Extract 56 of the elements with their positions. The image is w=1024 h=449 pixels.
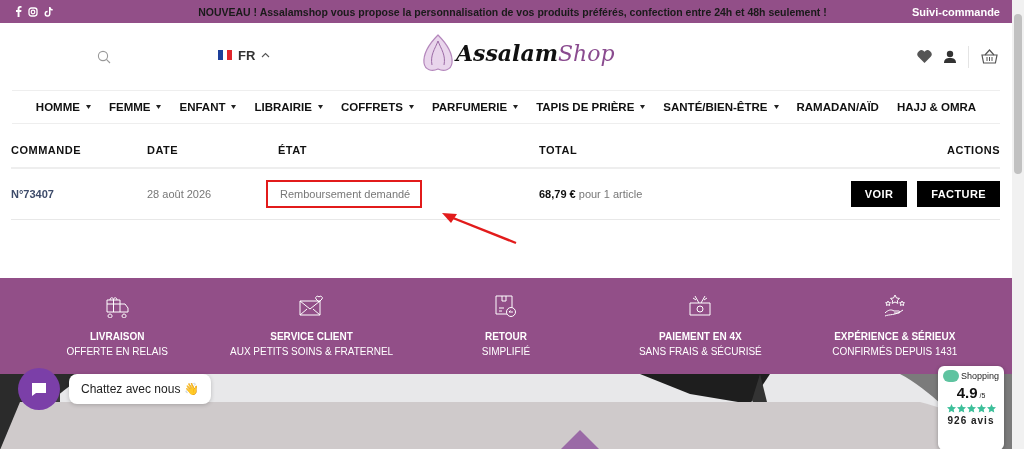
feature-subtitle: CONFIRMÉS DEPUIS 1431	[832, 346, 958, 357]
search-icon[interactable]	[97, 49, 111, 64]
nav-menu-item[interactable]: RAMADAN/AÏD	[796, 101, 879, 113]
return-box-icon	[493, 294, 518, 318]
order-number-link[interactable]: N°73407	[11, 188, 147, 200]
flag-icon	[218, 50, 232, 60]
nav-menu-item[interactable]: TAPIS DE PRIÈRE	[536, 101, 646, 113]
nav-menu-item[interactable]: FEMME	[108, 101, 162, 113]
feature-subtitle: SANS FRAIS & SÉCURISÉ	[638, 346, 762, 357]
logo-emblem-icon	[420, 33, 456, 73]
gift-truck-icon	[104, 294, 131, 318]
feature-title: PAIEMENT EN 4X	[659, 331, 742, 342]
order-total: 68,79 € pour 1 article	[539, 188, 644, 200]
user-icon[interactable]	[944, 50, 956, 63]
rating-score: 4.9	[956, 384, 978, 401]
nav-menu-item[interactable]: PARFUMERIE	[431, 101, 519, 113]
column-header: COMMANDE	[11, 143, 82, 156]
scrollbar-thumb[interactable]	[1014, 14, 1022, 174]
order-status: Remboursement demandé	[266, 180, 423, 208]
feature-title: EXPÉRIENCE & SÉRIEUX	[834, 331, 956, 342]
brand-badge-icon	[942, 370, 959, 382]
nav-menu-item[interactable]: LIBRAIRIE	[254, 101, 323, 113]
column-header: TOTAL	[539, 143, 579, 156]
announcement-text: NOUVEAU ! Assalamshop vous propose la personnalisation de vos produits préférés, confection entre 24h et 48h seulement !	[197, 5, 828, 18]
nav-menu-item[interactable]: COFFRETS	[340, 101, 414, 113]
envelope-heart-icon	[298, 294, 325, 318]
shop-logo[interactable]: AssalamShop	[420, 33, 615, 73]
tiktok-icon[interactable]	[44, 6, 53, 17]
feature-title: RETOUR	[484, 331, 527, 342]
chat-prompt[interactable]: Chattez avec nous 👋	[69, 374, 211, 404]
action-button[interactable]: VOIR	[850, 181, 908, 207]
scrollbar[interactable]	[1012, 0, 1024, 449]
order-date: 28 août 2026	[147, 188, 213, 200]
review-count: 926 avis	[947, 415, 995, 426]
nav-menu-item[interactable]: ENFANT	[179, 101, 237, 113]
widget-brand: Shopping	[960, 371, 999, 381]
facebook-icon[interactable]	[15, 6, 22, 17]
basket-icon[interactable]	[981, 49, 998, 64]
feature-title: SERVICE CLIENT	[270, 331, 353, 342]
feature-title: LIVRAISON	[89, 331, 145, 342]
chevron-up-icon	[261, 52, 271, 58]
column-header: ÉTAT	[278, 143, 309, 156]
nav-menu-item[interactable]: HOMME	[35, 101, 91, 113]
feature-subtitle: SIMPLIFIÉ	[481, 346, 531, 357]
order-tracking-link[interactable]: Suivi-commande	[850, 5, 1000, 18]
instagram-icon[interactable]	[28, 6, 38, 17]
nav-menu-item[interactable]: HAJJ & OMRA	[896, 101, 977, 113]
column-header: ACTIONS	[947, 143, 1000, 156]
feature-subtitle: OFFERTE EN RELAIS	[66, 346, 168, 357]
action-button[interactable]: FACTURE	[917, 181, 1000, 207]
language-selector[interactable]: FR	[218, 47, 271, 63]
feature-subtitle: AUX PETITS SOINS & FRATERNEL	[230, 346, 394, 357]
heart-icon[interactable]	[917, 50, 932, 63]
column-header: DATE	[147, 143, 180, 156]
nav-menu-item[interactable]: SANTÉ/BIEN-ÊTRE	[663, 101, 779, 113]
chat-bubble-icon	[31, 381, 47, 397]
